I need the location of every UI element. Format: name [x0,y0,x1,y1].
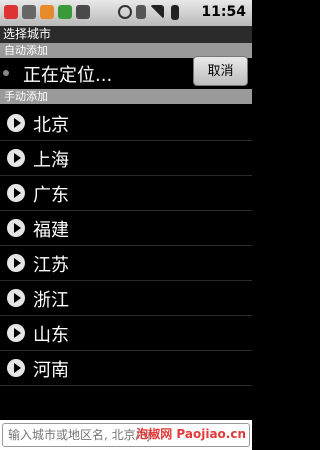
play-icon [7,219,25,237]
watermark-logo: 泡椒网 Paojiao.cn [136,427,246,441]
clock: 11:54 [201,4,246,20]
wifi-icon [118,5,132,19]
play-icon [7,184,25,202]
play-icon [7,114,25,132]
pea-app-icon [58,5,72,19]
cancel-button[interactable]: 取消 [193,56,248,86]
play-icon [7,359,25,377]
city-label: 广东 [33,185,69,206]
play-icon [7,254,25,272]
city-row-shandong[interactable]: 山东 [0,316,252,351]
city-label: 上海 [33,150,69,171]
location-icon [3,70,9,76]
city-label: 北京 [33,115,69,136]
page-title: 选择城市 [0,26,252,43]
battery-icon [171,5,179,20]
city-label: 浙江 [33,290,69,311]
city-label: 福建 [33,220,69,241]
city-label: 江苏 [33,255,69,276]
city-label: 山东 [33,325,69,346]
city-row-shanghai[interactable]: 上海 [0,141,252,176]
city-row-jiangsu[interactable]: 江苏 [0,246,252,281]
city-row-guangdong[interactable]: 广东 [0,176,252,211]
city-list: 北京 上海 广东 福建 江苏 浙江 山东 河南 [0,106,252,386]
signal-icon [150,5,164,19]
flower-app-icon [40,5,54,19]
city-label: 河南 [33,360,69,381]
app-notification-icon [4,5,18,19]
city-row-beijing[interactable]: 北京 [0,106,252,141]
status-bar: 11:54 [0,0,252,27]
play-icon [7,324,25,342]
search-bar: 泡椒网 Paojiao.cn [0,420,252,450]
play-icon [7,289,25,307]
locating-text: 正在定位... [23,65,113,86]
play-icon [7,149,25,167]
city-row-zhejiang[interactable]: 浙江 [0,281,252,316]
city-row-henan[interactable]: 河南 [0,351,252,386]
download-icon [76,5,90,19]
manual-add-header: 手动添加 [0,89,252,104]
sim-icon [136,5,146,19]
city-row-fujian[interactable]: 福建 [0,211,252,246]
android-icon [22,5,36,19]
